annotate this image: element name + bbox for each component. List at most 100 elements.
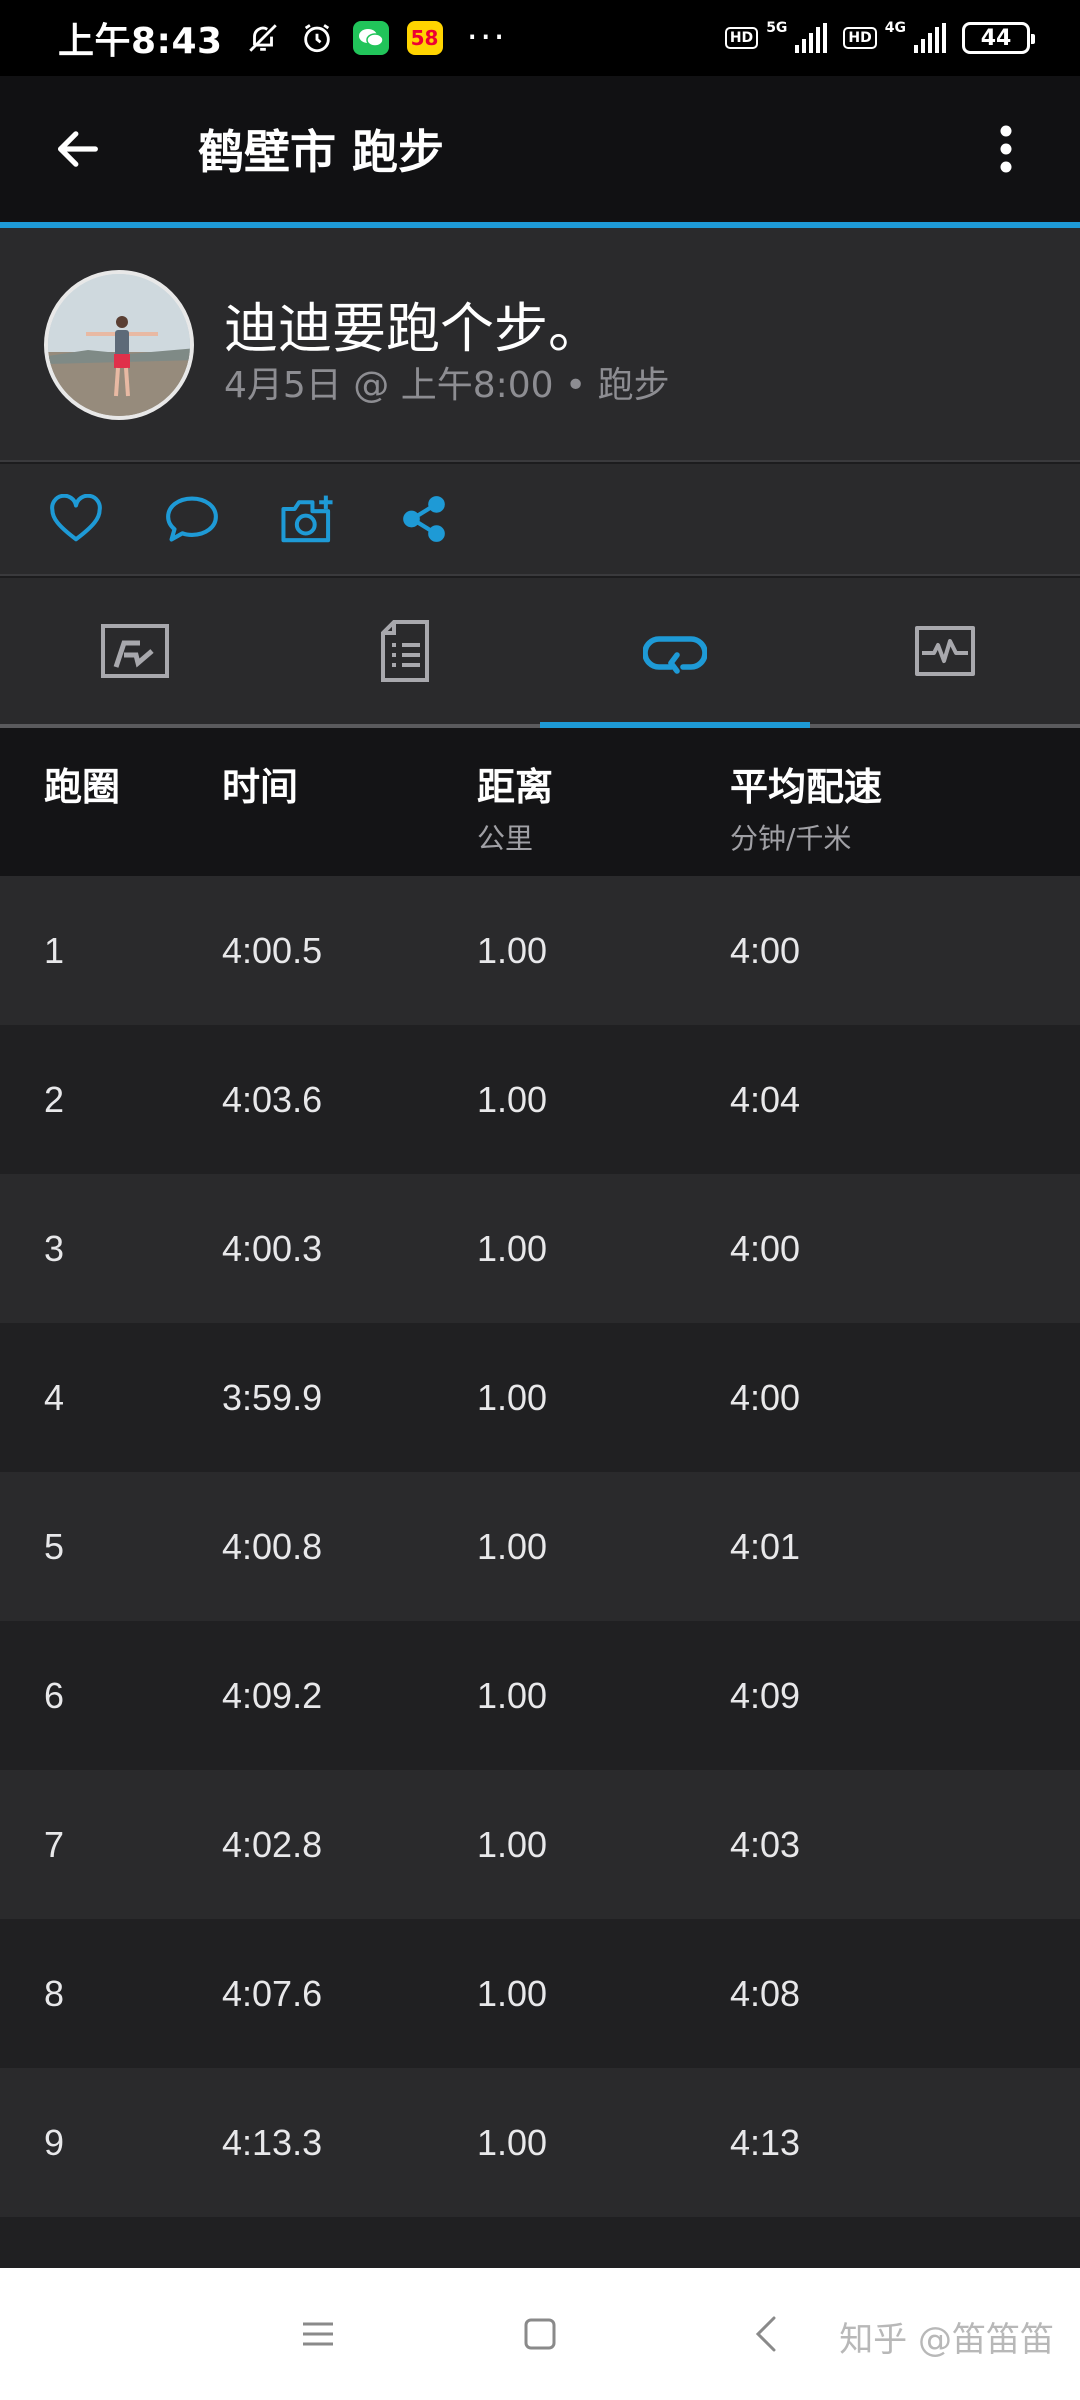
activity-meta: 4月5日 @ 上午8:00 • 跑步	[224, 365, 670, 406]
menu-button[interactable]	[288, 2304, 348, 2364]
lap-distance: 1.00	[477, 1227, 548, 1269]
lap-time: 4:09.2	[222, 1674, 323, 1716]
comment-icon	[166, 496, 218, 542]
col-time: 时间	[222, 756, 298, 811]
tab-stats[interactable]	[270, 578, 540, 724]
comment-button[interactable]	[162, 489, 222, 549]
col-time-label: 时间	[222, 765, 299, 809]
alarm-icon	[299, 20, 335, 56]
status-system-icons: HD 5G HD 4G 44	[724, 20, 1035, 54]
laps-icon	[643, 636, 707, 674]
lap-pace: 4:13	[730, 2121, 801, 2163]
lap-pace: 4:00	[730, 1227, 801, 1269]
runner-photo	[48, 274, 190, 416]
battery-icon: 44	[962, 22, 1035, 54]
page-title: 鹤壁市 跑步	[198, 125, 445, 179]
back-chevron-icon	[755, 2316, 776, 2352]
col-distance-label: 距离	[477, 765, 554, 809]
col-pace-unit: 分钟/千米	[730, 822, 852, 855]
activity-title: 迪迪要跑个步。	[224, 297, 602, 360]
lap-time: 4:00.5	[222, 929, 323, 971]
add-photo-button[interactable]	[278, 489, 338, 549]
more-options-button[interactable]	[976, 99, 1036, 199]
map-icon	[101, 624, 169, 678]
network-type-5g: 5G	[766, 20, 788, 36]
col-lap: 跑圈	[44, 756, 120, 811]
lap-distance: 1.00	[477, 2121, 548, 2163]
activity-tabs	[0, 578, 1080, 728]
table-row[interactable]: 7 4:02.8 1.00 4:03	[0, 1770, 1080, 1919]
share-icon	[403, 496, 445, 542]
table-row-partial[interactable]	[0, 2217, 1080, 2268]
social-actions	[0, 464, 1080, 576]
avatar[interactable]	[44, 270, 194, 420]
laps-table-body: 1 4:00.5 1.00 4:00 2 4:03.6 1.00 4:04 3 …	[0, 876, 1080, 2268]
lap-distance: 1.00	[477, 1823, 548, 1865]
network-type-4g: 4G	[884, 20, 906, 36]
signal-icon-2	[914, 23, 946, 53]
lap-time: 4:13.3	[222, 2121, 323, 2163]
lap-time: 4:02.8	[222, 1823, 323, 1865]
lap-time: 4:07.6	[222, 1972, 323, 2014]
lap-distance: 1.00	[477, 1376, 548, 1418]
tab-map[interactable]	[0, 578, 270, 724]
lap-time: 4:00.3	[222, 1227, 323, 1269]
bell-off-icon	[245, 20, 281, 56]
share-button[interactable]	[394, 489, 454, 549]
heart-icon	[50, 494, 102, 542]
stats-document-icon	[381, 620, 429, 682]
lap-number: 8	[44, 1972, 65, 2014]
arrow-left-icon	[58, 131, 98, 167]
chart-icon	[915, 626, 975, 676]
lap-pace: 4:09	[730, 1674, 801, 1716]
like-button[interactable]	[46, 489, 106, 549]
col-pace: 平均配速 分钟/千米	[730, 756, 882, 857]
home-square-icon	[524, 2318, 556, 2350]
lap-distance: 1.00	[477, 1674, 548, 1716]
table-row[interactable]: 1 4:00.5 1.00 4:00	[0, 876, 1080, 1025]
more-dots-icon: ···	[466, 17, 507, 58]
col-pace-label: 平均配速	[730, 765, 883, 809]
watermark: 知乎 @笛笛笛	[839, 2320, 1054, 2360]
tab-charts[interactable]	[810, 578, 1080, 724]
col-lap-label: 跑圈	[44, 765, 121, 809]
lap-number: 6	[44, 1674, 65, 1716]
table-row[interactable]: 5 4:00.8 1.00 4:01	[0, 1472, 1080, 1621]
hd-indicator: HD	[724, 27, 759, 49]
app-bar: 鹤壁市 跑步	[0, 76, 1080, 222]
lap-pace: 4:00	[730, 1376, 801, 1418]
back-nav-button[interactable]	[736, 2304, 796, 2364]
table-row[interactable]: 8 4:07.6 1.00 4:08	[0, 1919, 1080, 2068]
lap-number: 3	[44, 1227, 65, 1269]
lap-pace: 4:08	[730, 1972, 801, 2014]
hd-indicator-2: HD	[843, 27, 877, 49]
lap-number: 1	[44, 929, 65, 971]
table-row[interactable]: 9 4:13.3 1.00 4:13	[0, 2068, 1080, 2217]
lap-pace: 4:01	[730, 1525, 801, 1567]
lap-pace: 4:04	[730, 1078, 801, 1120]
tab-laps[interactable]	[540, 578, 810, 728]
wechat-icon	[352, 21, 389, 55]
table-row[interactable]: 2 4:03.6 1.00 4:04	[0, 1025, 1080, 1174]
table-row[interactable]: 6 4:09.2 1.00 4:09	[0, 1621, 1080, 1770]
col-distance-unit: 公里	[477, 822, 534, 855]
lap-distance: 1.00	[477, 1525, 548, 1567]
lap-number: 9	[44, 2121, 65, 2163]
app-58-icon: 58	[406, 21, 443, 55]
lap-number: 7	[44, 1823, 65, 1865]
table-row[interactable]: 4 3:59.9 1.00 4:00	[0, 1323, 1080, 1472]
lap-distance: 1.00	[477, 929, 548, 971]
more-vertical-icon	[1000, 125, 1012, 173]
lap-number: 2	[44, 1078, 65, 1120]
activity-header: 迪迪要跑个步。 4月5日 @ 上午8:00 • 跑步	[0, 228, 1080, 462]
back-button[interactable]	[28, 99, 128, 199]
lap-time: 4:03.6	[222, 1078, 323, 1120]
signal-icon	[795, 23, 828, 53]
lap-time: 3:59.9	[222, 1376, 323, 1418]
col-distance: 距离 公里	[477, 756, 553, 857]
home-button[interactable]	[510, 2304, 570, 2364]
menu-icon	[303, 2322, 333, 2346]
table-row[interactable]: 3 4:00.3 1.00 4:00	[0, 1174, 1080, 1323]
camera-add-icon	[281, 495, 333, 543]
lap-number: 4	[44, 1376, 65, 1418]
